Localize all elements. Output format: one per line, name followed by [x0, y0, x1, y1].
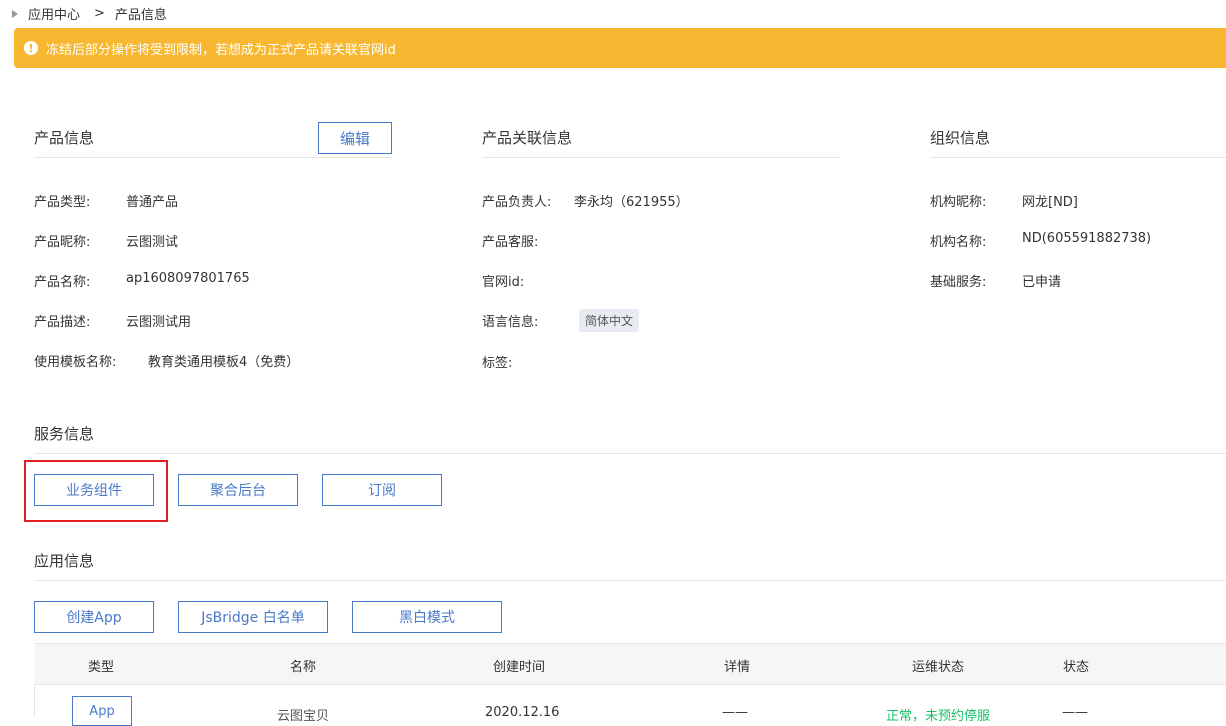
app-type-button[interactable]: App — [72, 696, 132, 726]
org-info-title: 组织信息 — [930, 129, 991, 147]
breadcrumb-current: 产品信息 — [114, 8, 167, 23]
row-status: —— — [1062, 705, 1088, 720]
table-header — [34, 643, 1226, 685]
field-label: 产品负责人: — [482, 195, 552, 210]
field-value: 网龙[ND] — [1022, 195, 1078, 210]
divider — [482, 157, 840, 158]
field-label: 标签: — [482, 356, 513, 371]
breadcrumb-separator: > — [94, 6, 105, 21]
column-header-type: 类型 — [88, 660, 115, 675]
field-value: 已申请 — [1022, 275, 1062, 290]
field-label: 语言信息: — [482, 315, 539, 330]
field-value: 李永均（621955） — [574, 195, 689, 210]
field-label: 产品客服: — [482, 235, 539, 250]
warning-text: 冻结后部分操作将受到限制，若想成为正式产品请关联官网id — [46, 42, 396, 58]
product-info-title: 产品信息 — [34, 129, 95, 147]
divider — [34, 453, 1226, 454]
field-label: 使用模板名称: — [34, 355, 117, 370]
warning-banner: ! 冻结后部分操作将受到限制，若想成为正式产品请关联官网id — [14, 28, 1226, 68]
grayscale-mode-button[interactable]: 黑白模式 — [352, 601, 502, 633]
row-detail: —— — [722, 705, 748, 720]
field-value: 云图测试用 — [126, 315, 192, 330]
warning-icon: ! — [24, 41, 38, 55]
row-created: 2020.12.16 — [485, 705, 560, 720]
field-label: 产品名称: — [34, 275, 91, 290]
field-value: 普通产品 — [126, 195, 179, 210]
service-info-title: 服务信息 — [34, 425, 95, 443]
jsbridge-whitelist-button[interactable]: JsBridge 白名单 — [178, 601, 328, 633]
related-info-title: 产品关联信息 — [482, 129, 573, 147]
subscribe-button[interactable]: 订阅 — [322, 474, 442, 506]
row-name: 云图宝贝 — [277, 709, 330, 724]
field-label: 产品类型: — [34, 195, 91, 210]
caret-right-icon — [12, 9, 18, 18]
field-label: 机构昵称: — [930, 195, 987, 210]
aggregate-backend-button[interactable]: 聚合后台 — [178, 474, 298, 506]
language-tag: 简体中文 — [579, 309, 640, 332]
column-header-created: 创建时间 — [493, 660, 546, 675]
divider — [930, 157, 1226, 158]
breadcrumb-root[interactable]: 应用中心 — [28, 4, 80, 23]
create-app-button[interactable]: 创建App — [34, 601, 154, 633]
row-ops-status: 正常，未预约停服 — [886, 709, 991, 724]
field-value: ND(605591882738) — [1022, 231, 1152, 246]
divider — [34, 157, 392, 158]
field-label: 基础服务: — [930, 275, 987, 290]
field-value: 教育类通用模板4（免费） — [148, 355, 300, 370]
table-row — [34, 685, 1226, 717]
field-label: 机构名称: — [930, 235, 987, 250]
column-header-ops-status: 运维状态 — [912, 660, 965, 675]
app-info-title: 应用信息 — [34, 552, 95, 570]
business-component-button[interactable]: 业务组件 — [34, 474, 154, 506]
field-label: 官网id: — [482, 275, 525, 290]
field-value: 云图测试 — [126, 235, 179, 250]
field-label: 产品昵称: — [34, 235, 91, 250]
column-header-status: 状态 — [1063, 660, 1090, 675]
divider — [34, 580, 1226, 581]
field-label: 产品描述: — [34, 315, 91, 330]
field-value: ap1608097801765 — [126, 271, 250, 286]
breadcrumb: 应用中心 > 产品信息 — [12, 4, 167, 23]
column-header-name: 名称 — [290, 660, 317, 675]
column-header-detail: 详情 — [724, 660, 751, 675]
edit-button[interactable]: 编辑 — [318, 122, 392, 154]
